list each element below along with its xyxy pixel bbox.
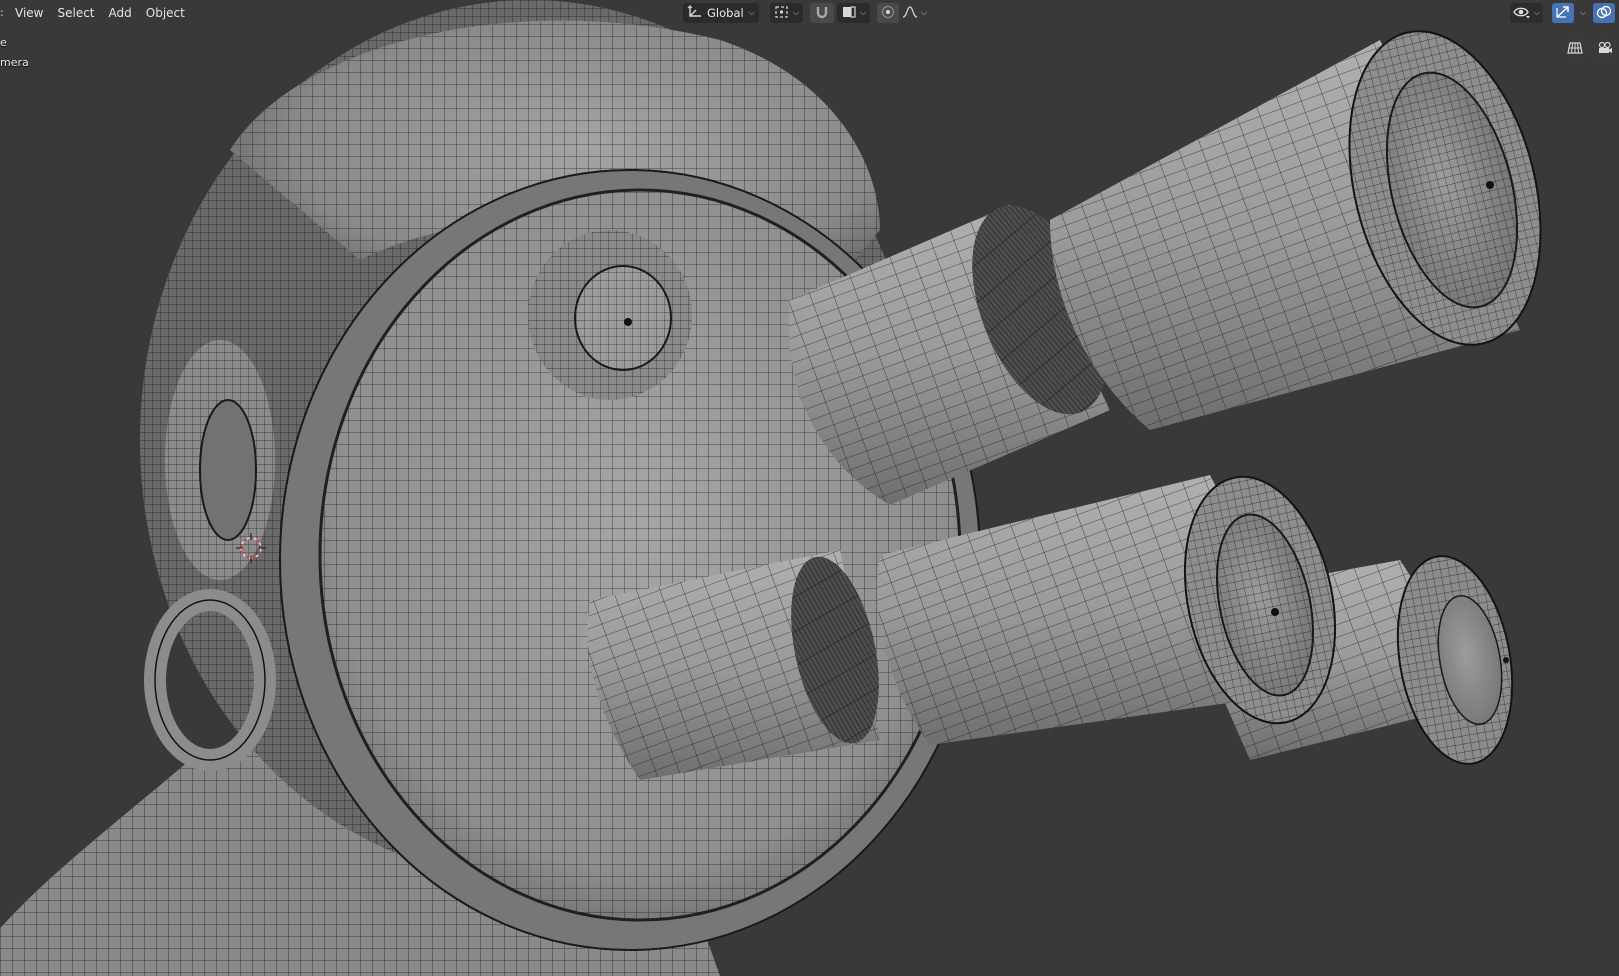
transform-orientation-label: Global [707, 6, 744, 20]
header-right-tools: ⌵ ⌵ [1509, 2, 1615, 24]
menu-select[interactable]: Select [50, 3, 101, 23]
camera-view-button[interactable] [1592, 36, 1618, 62]
object-visibility-dropdown[interactable]: ⌵ [1509, 3, 1543, 23]
camera-view-icon [1597, 40, 1613, 59]
menu-object[interactable]: Object [139, 3, 192, 23]
pivot-point-icon [774, 5, 790, 22]
transform-orientation-icon [687, 4, 703, 22]
grid-view-icon [1567, 40, 1583, 59]
chevron-down-icon: ⌵ [1579, 8, 1586, 17]
viewport-header: : View Select Add Object Global ⌵ ⌵ ⌵ ⌵ … [0, 0, 1619, 26]
header-tools: Global ⌵ ⌵ ⌵ ⌵ [683, 2, 927, 24]
gizmo-toggle-icon [1555, 5, 1571, 22]
proportional-falloff-icon [902, 5, 918, 22]
snap-target-dropdown[interactable]: ⌵ [836, 3, 870, 23]
overlays-toggle[interactable] [1593, 3, 1615, 23]
gizmo-toggle[interactable] [1551, 3, 1574, 23]
viewport-info-line-1: e [0, 36, 7, 49]
face-button-mesh [528, 230, 692, 400]
mesh-render [0, 0, 1542, 976]
overlays-icon [1596, 5, 1612, 22]
toggle-perspective-button[interactable] [1562, 36, 1588, 62]
upper-telescope-mesh [788, 30, 1542, 505]
header-menus: : View Select Add Object [0, 0, 192, 26]
snap-target-icon [841, 5, 857, 22]
menu-view[interactable]: View [8, 3, 50, 23]
gizmo-dropdown[interactable]: ⌵ [1577, 3, 1586, 23]
editor-type-edge[interactable]: : [0, 0, 8, 26]
viewport-info-line-2: mera [0, 56, 29, 69]
transform-orientation-dropdown[interactable]: Global ⌵ [683, 3, 759, 23]
proportional-editing-icon [881, 5, 895, 22]
snap-magnet-icon [814, 5, 830, 22]
chevron-down-icon: ⌵ [920, 8, 927, 17]
chevron-down-icon: ⌵ [1533, 8, 1540, 17]
object-visibility-icon [1513, 5, 1531, 22]
chevron-down-icon: ⌵ [859, 8, 866, 17]
pivot-point-dropdown[interactable]: ⌵ [769, 3, 803, 23]
chevron-down-icon: ⌵ [748, 8, 755, 17]
3d-viewport[interactable] [0, 0, 1619, 976]
menu-add[interactable]: Add [102, 3, 139, 23]
proportional-editing-toggle[interactable] [876, 3, 899, 23]
viewport-info-text: e mera [0, 33, 29, 73]
chevron-down-icon: ⌵ [792, 8, 799, 17]
snap-toggle[interactable] [809, 3, 834, 23]
proportional-falloff-dropdown[interactable]: ⌵ [902, 3, 927, 23]
